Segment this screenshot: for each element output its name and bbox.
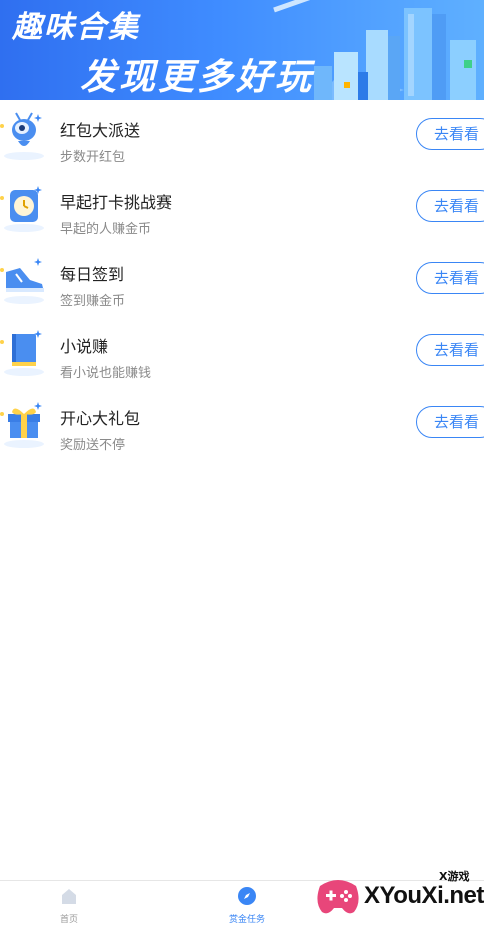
gift-box-icon [0,402,44,448]
task-title: 红包大派送 [60,121,141,140]
gamepad-logo-icon [317,880,359,914]
go-see-button[interactable]: 去看看 [416,406,484,438]
go-see-button[interactable]: 去看看 [416,334,484,366]
robot-mascot-icon [0,112,44,160]
go-see-button[interactable]: 去看看 [416,190,484,222]
banner-subtitle: 发现更多好玩 [80,57,315,98]
home-icon [62,889,76,904]
go-see-button[interactable]: 去看看 [416,118,484,150]
clock-icon [0,186,44,232]
sneaker-icon [0,258,44,304]
site-watermark: X游戏 XYouXi.net [310,864,484,925]
watermark-text: XYouXi.net [364,882,484,909]
nav-item-home[interactable]: 首页 [24,885,114,925]
task-description: 早起的人赚金币 [60,222,152,237]
task-row-daily-signin: 每日签到 签到赚金币 去看看 [0,244,484,316]
task-row-novel: 小说赚 看小说也能赚钱 去看看 [0,316,484,388]
banner-title: 趣味合集 [12,10,140,45]
go-see-button[interactable]: 去看看 [416,262,484,294]
task-row-early-checkin: 早起打卡挑战赛 早起的人赚金币 去看看 [0,172,484,244]
task-description: 奖励送不停 [60,438,126,453]
task-description: 签到赚金币 [60,294,126,309]
task-title: 每日签到 [60,265,125,284]
nav-item-bounty-tasks[interactable]: 赏金任务 [202,885,292,925]
task-title: 小说赚 [60,337,109,356]
task-row-gift-pack: 开心大礼包 奖励送不停 去看看 [0,388,484,460]
task-description: 看小说也能赚钱 [60,366,152,381]
nav-label-home: 首页 [59,915,78,925]
top-banner: 趣味合集 发现更多好玩 [0,0,484,100]
task-title: 开心大礼包 [60,409,141,428]
task-row-red-packet: 红包大派送 步数开红包 去看看 [0,100,484,172]
task-description: 步数开红包 [60,150,126,165]
nav-label-bounty-tasks: 赏金任务 [228,915,265,925]
book-icon [0,330,44,376]
compass-icon [238,887,256,905]
task-title: 早起打卡挑战赛 [60,193,173,212]
